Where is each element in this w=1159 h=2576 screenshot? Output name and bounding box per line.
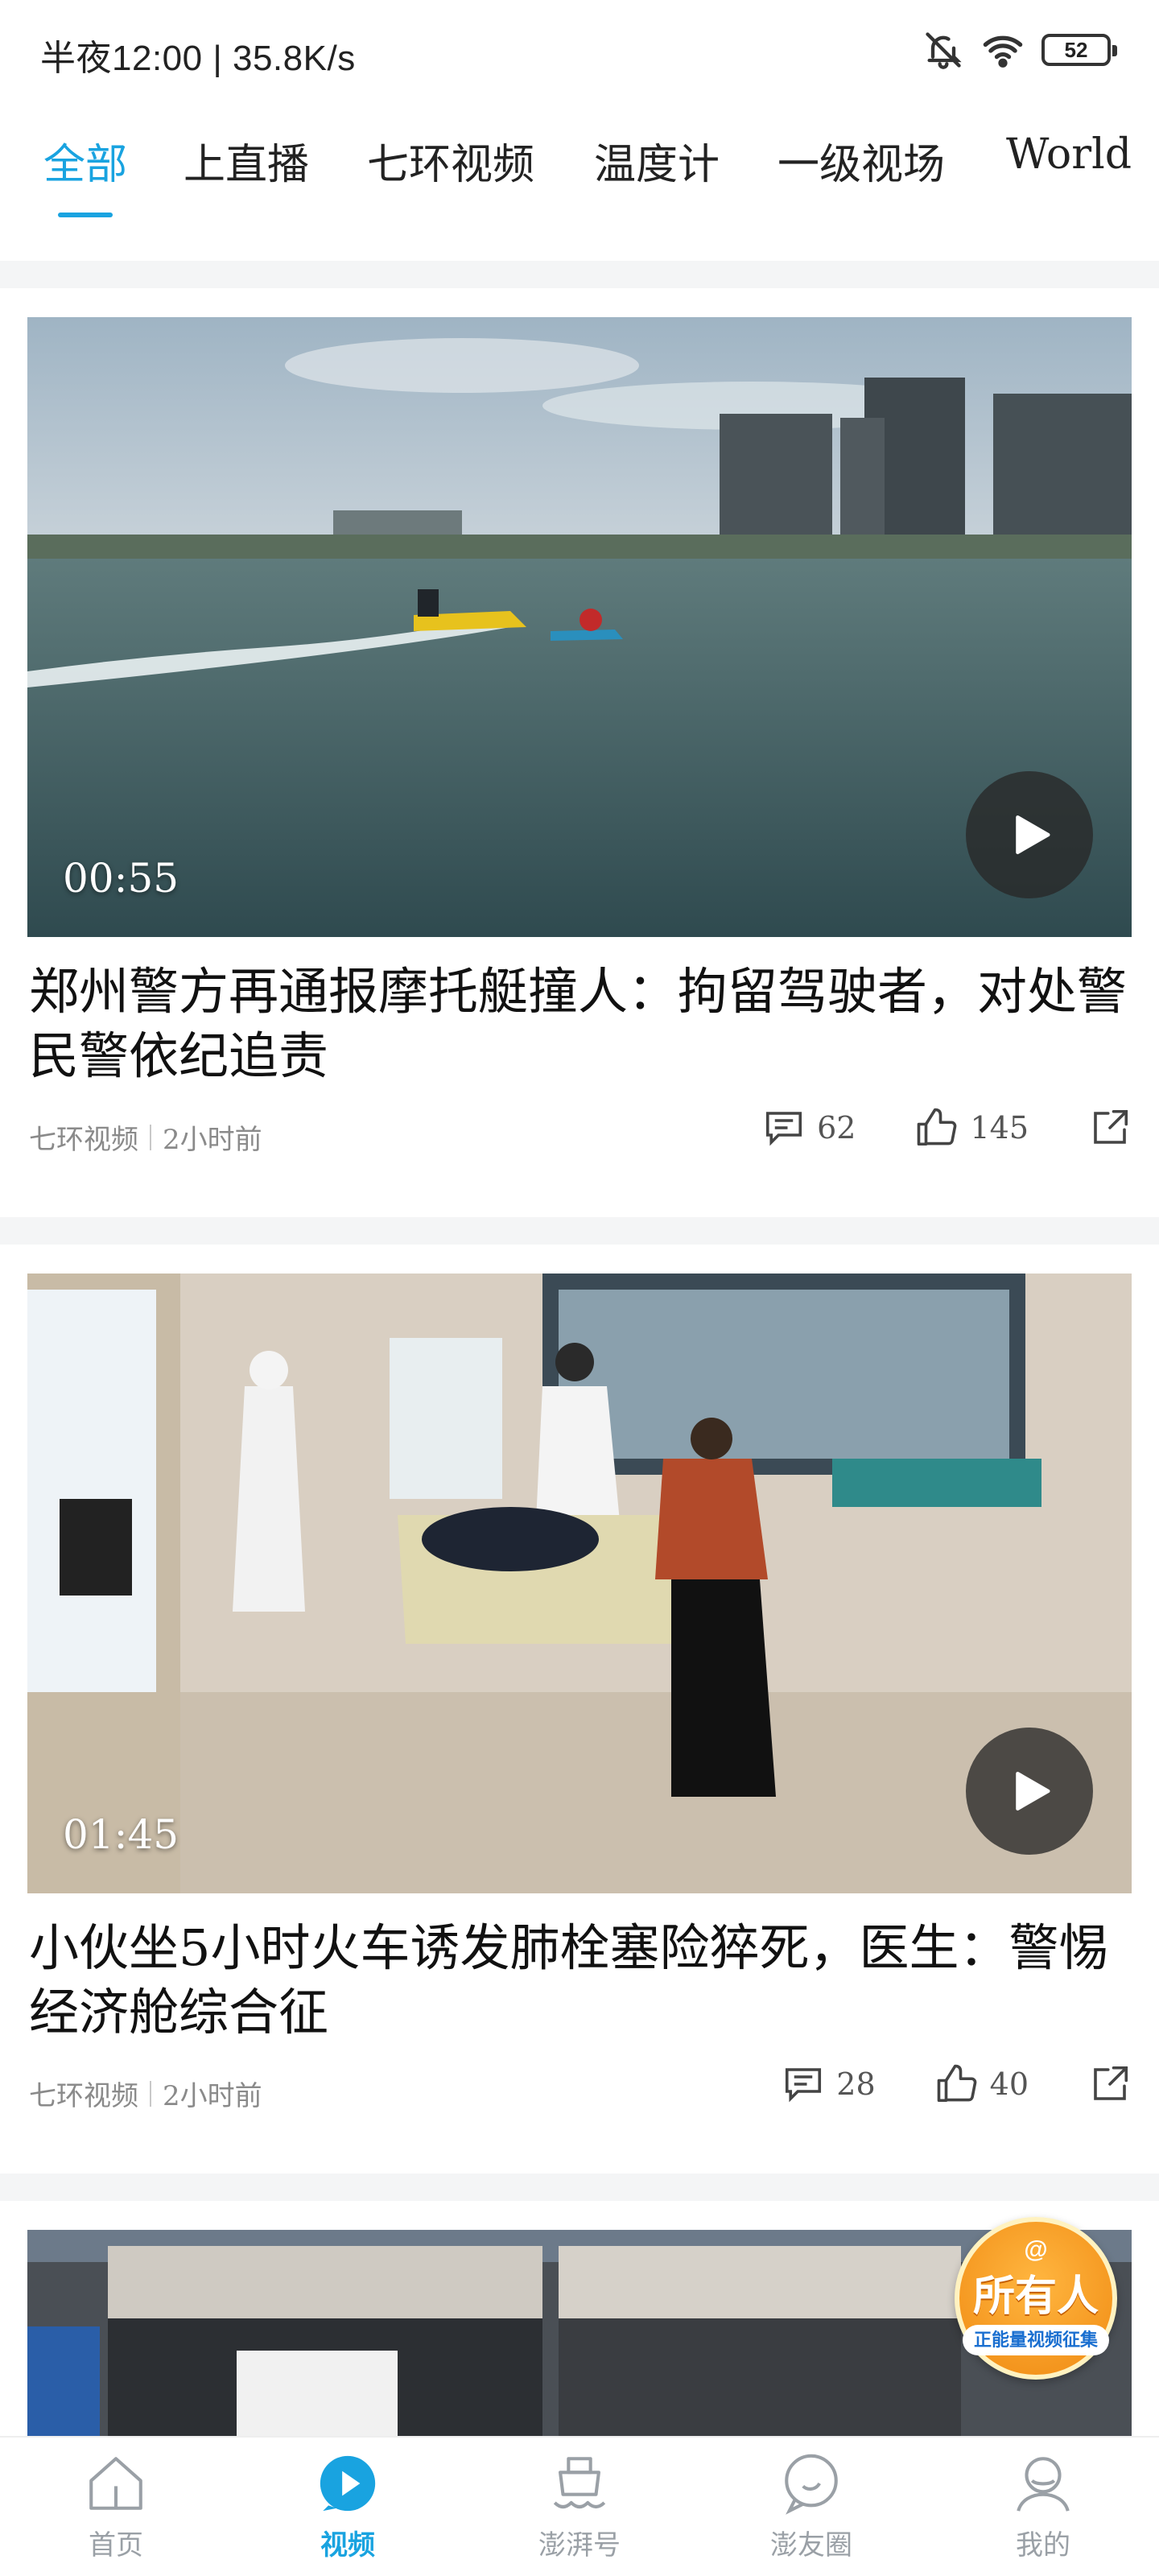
bell-off-icon <box>926 32 962 69</box>
active-tab-indicator <box>58 213 113 217</box>
video-source[interactable]: 七环视频 <box>29 1117 138 1157</box>
meta-divider <box>150 2080 151 2107</box>
home-icon <box>89 2457 142 2510</box>
tab-qihuan-video[interactable]: 七环视频 <box>367 130 534 191</box>
comment-icon <box>766 1112 802 1146</box>
video-duration: 01:45 <box>63 1811 179 1858</box>
thumbs-up-icon <box>918 1108 957 1146</box>
like-button[interactable]: 145 <box>915 1106 1029 1150</box>
share-button[interactable] <box>1088 1106 1132 1150</box>
battery-level: 52 <box>1064 37 1088 62</box>
nav-label: 澎湃号 <box>538 2529 621 2562</box>
meta-divider <box>150 1124 151 1150</box>
video-thumbnail[interactable]: 00:55 <box>27 317 1132 937</box>
comment-count: 28 <box>836 2066 876 2102</box>
nav-label: 首页 <box>89 2529 143 2562</box>
separator <box>0 261 1159 288</box>
video-meta: 七环视频 2小时前 <box>29 2074 262 2113</box>
video-source[interactable]: 七环视频 <box>29 2074 138 2113</box>
play-icon <box>1016 1771 1050 1811</box>
chat-bubble-icon <box>785 2454 838 2515</box>
tab-thermometer[interactable]: 温度计 <box>594 130 720 191</box>
nav-home[interactable]: 首页 <box>0 2438 232 2576</box>
tab-world[interactable]: World <box>1006 130 1132 179</box>
badge-title: 所有人 <box>972 2273 1099 2321</box>
video-meta: 七环视频 2小时前 <box>29 1117 262 1157</box>
nav-label: 澎友圈 <box>770 2529 852 2562</box>
positive-energy-badge[interactable]: @ 所有人 正能量视频征集 <box>955 2217 1117 2380</box>
share-icon <box>1094 2066 1128 2100</box>
nav-pengpai-account[interactable]: 澎湃号 <box>464 2438 695 2576</box>
video-time: 2小时前 <box>163 1124 262 1156</box>
status-bar: 半夜12:00 | 35.8K/s 52 <box>0 0 1159 105</box>
battery-icon: 52 <box>1041 34 1117 66</box>
tab-first-level-scene[interactable]: 一级视场 <box>777 130 945 191</box>
video-title[interactable]: 小伙坐5小时火车诱发肺栓塞险猝死，医生：警惕经济舱综合征 <box>29 1916 1132 2045</box>
share-button[interactable] <box>1088 2062 1132 2106</box>
tab-all[interactable]: 全部 <box>43 130 127 191</box>
thumbs-up-icon <box>937 2064 976 2103</box>
share-icon <box>1094 1109 1128 1144</box>
bottom-navigation: 首页 视频 澎湃号 澎友圈 我的 <box>0 2436 1159 2576</box>
nav-label: 我的 <box>1016 2529 1070 2562</box>
play-icon <box>1016 815 1050 855</box>
separator <box>0 1217 1159 1245</box>
tab-live[interactable]: 上直播 <box>184 130 309 191</box>
video-thumbnail[interactable]: 01:45 <box>27 1274 1132 1893</box>
status-time-speed: 半夜12:00 | 35.8K/s <box>40 39 356 78</box>
like-count: 40 <box>989 2066 1029 2102</box>
video-title[interactable]: 郑州警方再通报摩托艇撞人：拘留驾驶者，对处警民警依纪追责 <box>29 960 1132 1088</box>
nav-label: 视频 <box>320 2529 375 2562</box>
video-duration: 00:55 <box>63 855 179 902</box>
status-icons: 52 <box>922 29 1117 71</box>
category-tabs: 全部 上直播 七环视频 温度计 一级视场 World <box>0 121 1159 225</box>
video-actions: 28 40 <box>782 2062 1132 2106</box>
like-button[interactable]: 40 <box>935 2062 1029 2106</box>
video-play-icon <box>320 2455 376 2512</box>
comment-icon <box>786 2068 822 2103</box>
ship-icon <box>553 2457 606 2509</box>
comment-button[interactable]: 62 <box>762 1106 856 1150</box>
nav-mine[interactable]: 我的 <box>927 2438 1159 2576</box>
like-count: 145 <box>970 1110 1029 1146</box>
video-actions: 62 145 <box>762 1106 1132 1150</box>
separator <box>0 2174 1159 2201</box>
play-button[interactable] <box>966 1728 1093 1855</box>
nav-video[interactable]: 视频 <box>232 2438 464 2576</box>
comment-count: 62 <box>817 1110 856 1146</box>
badge-subtitle: 正能量视频征集 <box>963 2325 1109 2355</box>
nav-pengyou-circle[interactable]: 澎友圈 <box>695 2438 927 2576</box>
comment-button[interactable]: 28 <box>782 2062 876 2106</box>
video-time: 2小时前 <box>163 2080 262 2112</box>
play-button[interactable] <box>966 771 1093 898</box>
wifi-icon <box>983 35 1023 68</box>
badge-at-symbol: @ <box>1024 2236 1048 2263</box>
user-icon <box>1017 2457 1070 2512</box>
